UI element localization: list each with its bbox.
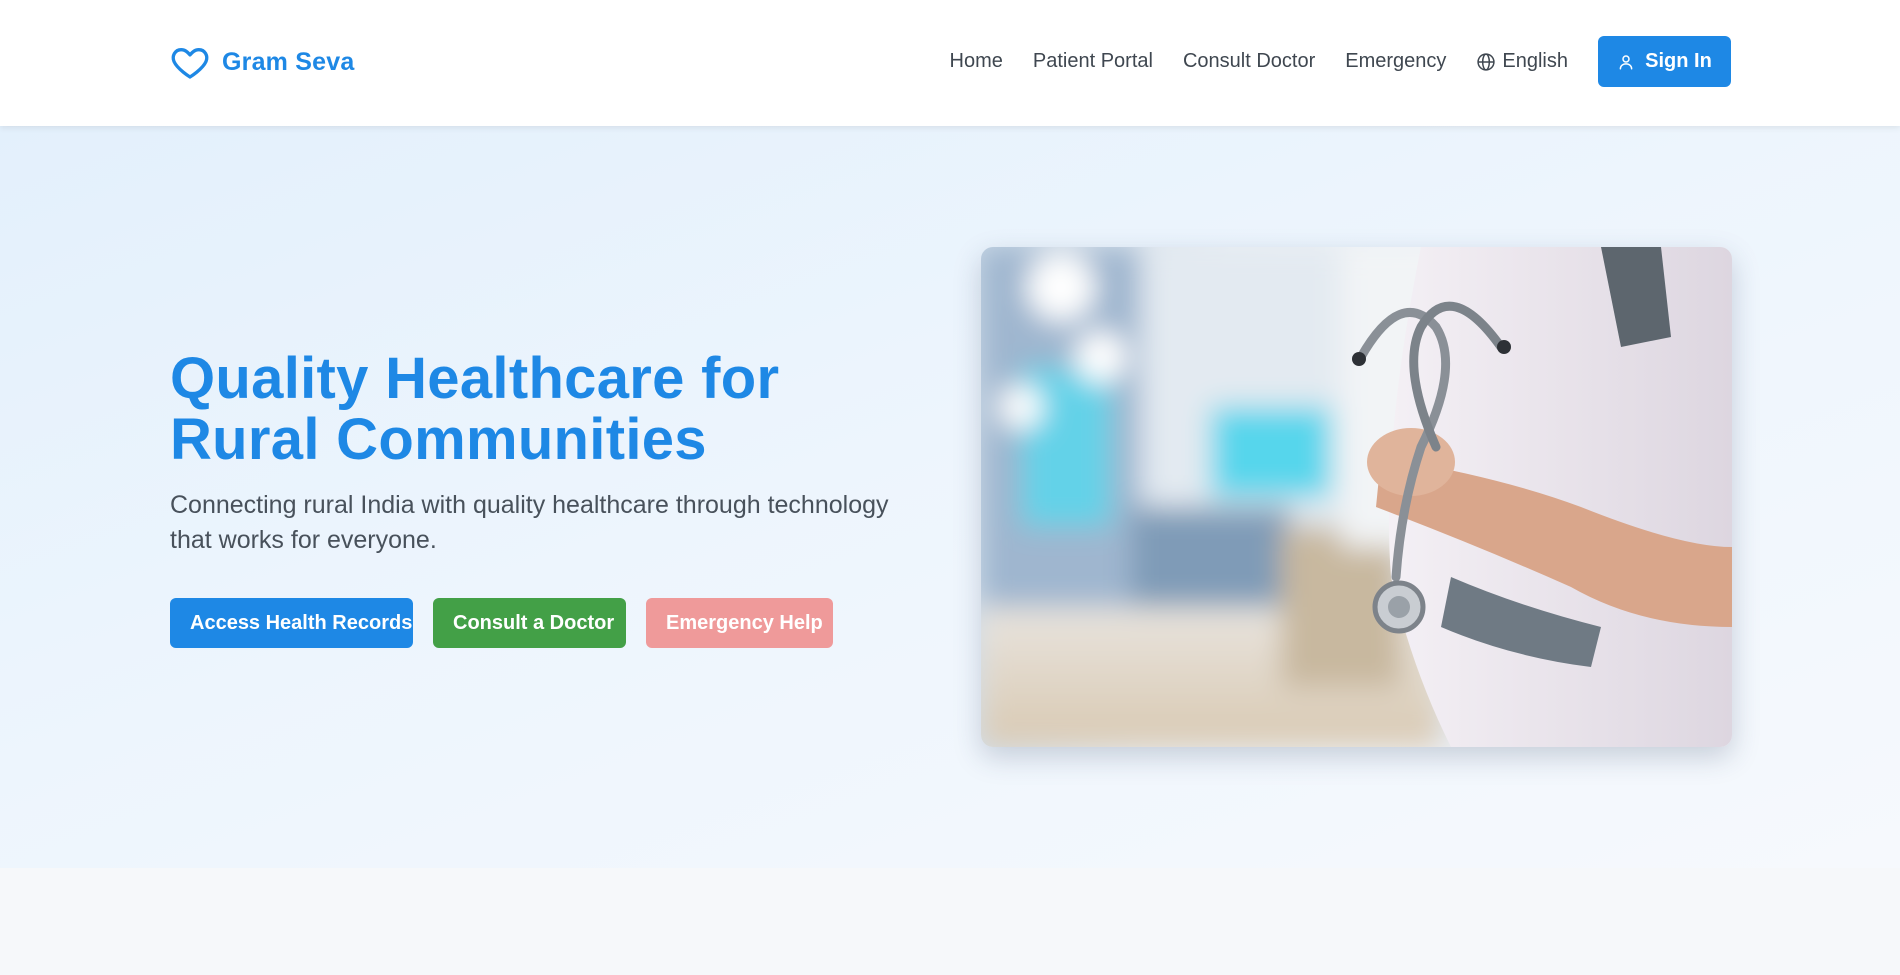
hero-doctor-image (981, 247, 1732, 747)
language-selector[interactable]: English (1476, 50, 1568, 73)
hero-cta-row: Access Health Records Consult a Doctor E… (170, 598, 930, 648)
nav-link-home[interactable]: Home (950, 50, 1003, 73)
main-nav: Home Patient Portal Consult Doctor Emerg… (950, 36, 1731, 87)
user-icon (1619, 54, 1633, 69)
sign-in-button[interactable]: Sign In (1598, 36, 1731, 87)
hero-text-block: Quality Healthcare for Rural Communities… (170, 348, 930, 648)
sign-in-label: Sign In (1645, 50, 1712, 72)
nav-link-consult-doctor[interactable]: Consult Doctor (1183, 50, 1315, 73)
emergency-help-button[interactable]: Emergency Help (646, 598, 833, 648)
hero-subtitle: Connecting rural India with quality heal… (170, 491, 889, 554)
site-header: Gram Seva Home Patient Portal Consult Do… (0, 0, 1900, 126)
nav-link-emergency[interactable]: Emergency (1345, 50, 1446, 73)
nav-link-patient-portal[interactable]: Patient Portal (1033, 50, 1153, 73)
hero-section: Quality Healthcare for Rural Communities… (0, 126, 1900, 868)
brand-logo-link[interactable]: Gram Seva (170, 42, 354, 82)
brand-name: Gram Seva (222, 47, 355, 76)
hero-title: Quality Healthcare for Rural Communities (170, 346, 780, 472)
heart-icon (171, 48, 209, 79)
consult-doctor-button[interactable]: Consult a Doctor (433, 598, 626, 648)
globe-icon (1477, 52, 1496, 71)
language-label: English (1502, 50, 1568, 72)
lower-section-band (0, 868, 1900, 975)
doctor-stethoscope-illustration (981, 247, 1732, 747)
access-health-records-button[interactable]: Access Health Records (170, 598, 413, 648)
